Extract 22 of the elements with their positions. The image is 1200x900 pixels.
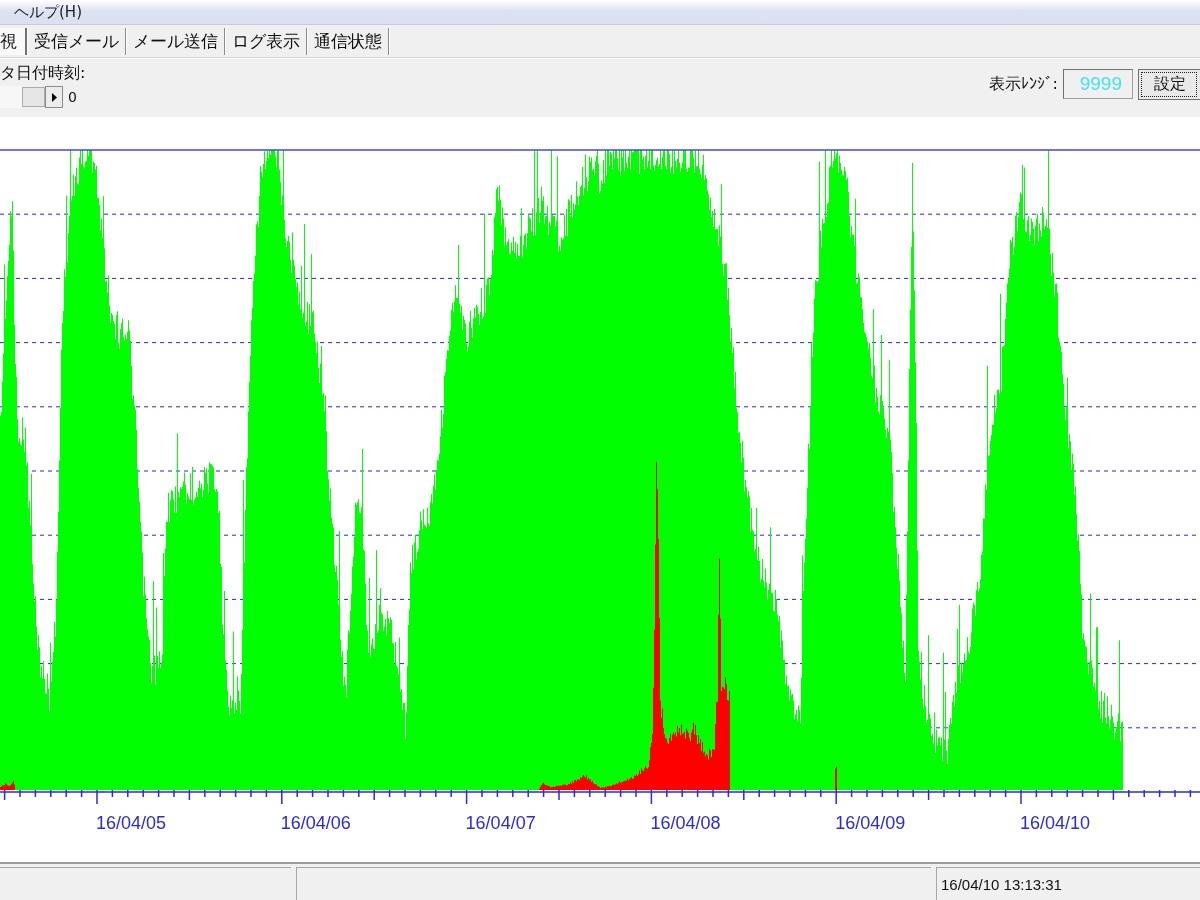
axis-date-label: 16/04/07 [465,813,536,833]
axis-date-label: 16/04/05 [96,813,167,833]
axis-date-label: 16/04/06 [280,813,351,833]
slider-value: 0 [68,88,77,106]
range-label: 表示ﾚﾝｼﾞ: [988,73,1058,95]
axis-date-label: 16/04/09 [835,813,906,833]
tab[interactable]: 受信メール [28,27,126,55]
scroll-right-button[interactable] [45,86,63,108]
tab[interactable]: 通信状態 [308,27,389,55]
tab[interactable]: ログ表示 [226,27,307,55]
menu-item[interactable]: ヘルプ(H) [14,3,82,24]
tab[interactable]: メール送信 [127,27,225,55]
tab[interactable]: 視 [0,27,27,55]
scroll-thumb[interactable] [22,87,45,107]
arrow-right-icon [51,92,57,102]
date-time-label: タ日付時刻: [0,62,86,83]
status-time: 16/04/10 13:13:31 [941,875,1062,893]
secondary-series-area [0,780,15,790]
axis-date-label: 16/04/08 [650,813,721,833]
secondary-series-area [834,766,837,790]
set-button[interactable]: 設定 [1138,68,1200,100]
axis-date-label: 16/04/10 [1020,813,1091,833]
